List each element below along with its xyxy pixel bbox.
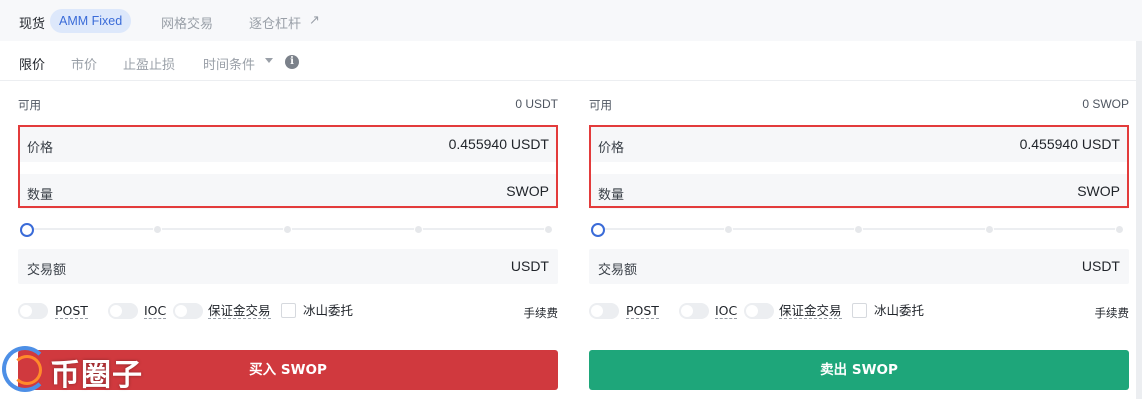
amm-fixed-badge[interactable]: AMM Fixed: [50, 9, 132, 33]
amount-unit: SWOP: [506, 183, 549, 199]
watermark-logo: 币圈子: [2, 340, 152, 396]
tab-market[interactable]: 市价: [71, 54, 97, 73]
amount-label: 数量: [598, 188, 625, 203]
amount-label: 数量: [27, 188, 54, 203]
total-input[interactable]: 交易额 USDT: [18, 249, 558, 284]
iceberg-checkbox[interactable]: [852, 303, 867, 318]
chevron-down-icon[interactable]: [265, 58, 273, 63]
fee-link[interactable]: 手续费: [1095, 305, 1130, 321]
total-unit: USDT: [510, 258, 549, 274]
sell-panel: 可用 0 SWOP 价格 0.455940 USDT 数量 SWOP 交易额 U…: [589, 81, 1129, 399]
available-label: 可用: [18, 98, 41, 112]
amount-unit: SWOP: [1077, 183, 1120, 199]
iceberg-label: 冰山委托: [303, 303, 354, 318]
slider-mark-25[interactable]: [724, 225, 733, 234]
post-label: POST: [55, 303, 88, 319]
amount-input[interactable]: 数量 SWOP: [18, 174, 558, 209]
slider-mark-100[interactable]: [544, 225, 553, 234]
slider-mark-75[interactable]: [414, 225, 423, 234]
price-value[interactable]: 0.455940 USDT: [449, 136, 549, 152]
fee-link[interactable]: 手续费: [524, 305, 559, 321]
slider-handle[interactable]: [20, 223, 34, 237]
amount-slider[interactable]: [589, 221, 1129, 237]
post-label: POST: [626, 303, 659, 319]
tab-spot[interactable]: 现货: [19, 13, 45, 32]
tab-grid-trading[interactable]: 网格交易: [161, 13, 213, 32]
ioc-toggle[interactable]: [108, 303, 138, 319]
margin-toggle[interactable]: [744, 303, 774, 319]
iceberg-label: 冰山委托: [874, 303, 925, 318]
info-icon[interactable]: i: [285, 55, 299, 69]
slider-mark-50[interactable]: [283, 225, 292, 234]
available-value: 0 USDT: [515, 97, 558, 111]
tab-isolated-margin[interactable]: 逐仓杠杆: [249, 13, 301, 32]
price-label: 价格: [27, 141, 54, 156]
margin-label: 保证金交易: [208, 303, 271, 319]
post-toggle[interactable]: [18, 303, 48, 319]
slider-mark-50[interactable]: [854, 225, 863, 234]
amount-slider[interactable]: [18, 221, 558, 237]
total-unit: USDT: [1081, 258, 1120, 274]
tab-stop-loss[interactable]: 止盈止损: [123, 54, 175, 73]
price-value[interactable]: 0.455940 USDT: [1020, 136, 1120, 152]
iceberg-checkbox[interactable]: [281, 303, 296, 318]
scrollbar[interactable]: [1136, 41, 1142, 399]
price-input[interactable]: 价格 0.455940 USDT: [18, 127, 558, 162]
logo-inner-ring-icon: [12, 355, 42, 385]
available-value: 0 SWOP: [1082, 97, 1129, 111]
price-label: 价格: [598, 141, 625, 156]
price-input[interactable]: 价格 0.455940 USDT: [589, 127, 1129, 162]
order-options: POST IOC 保证金交易 冰山委托 手续费: [589, 301, 1129, 321]
slider-handle[interactable]: [591, 223, 605, 237]
top-tab-bar: 现货 AMM Fixed 网格交易 逐仓杠杆 ↗: [0, 0, 1142, 41]
margin-label: 保证金交易: [779, 303, 842, 319]
external-arrow-icon: ↗: [309, 13, 320, 28]
total-label: 交易额: [598, 263, 638, 278]
ioc-label: IOC: [144, 303, 167, 319]
total-input[interactable]: 交易额 USDT: [589, 249, 1129, 284]
order-options: POST IOC 保证金交易 冰山委托 手续费: [18, 301, 558, 321]
amount-input[interactable]: 数量 SWOP: [589, 174, 1129, 209]
slider-mark-75[interactable]: [985, 225, 994, 234]
total-label: 交易额: [27, 263, 67, 278]
tab-time-condition[interactable]: 时间条件: [203, 54, 255, 73]
ioc-toggle[interactable]: [679, 303, 709, 319]
watermark-text: 币圈子: [50, 358, 143, 393]
sell-button[interactable]: 卖出 SWOP: [589, 350, 1129, 390]
available-label: 可用: [589, 98, 612, 112]
tab-limit[interactable]: 限价: [19, 54, 45, 73]
ioc-label: IOC: [715, 303, 738, 319]
order-type-tabs: 限价 市价 止盈止损 时间条件: [0, 41, 1142, 81]
slider-mark-100[interactable]: [1115, 225, 1124, 234]
margin-toggle[interactable]: [173, 303, 203, 319]
post-toggle[interactable]: [589, 303, 619, 319]
slider-mark-25[interactable]: [153, 225, 162, 234]
